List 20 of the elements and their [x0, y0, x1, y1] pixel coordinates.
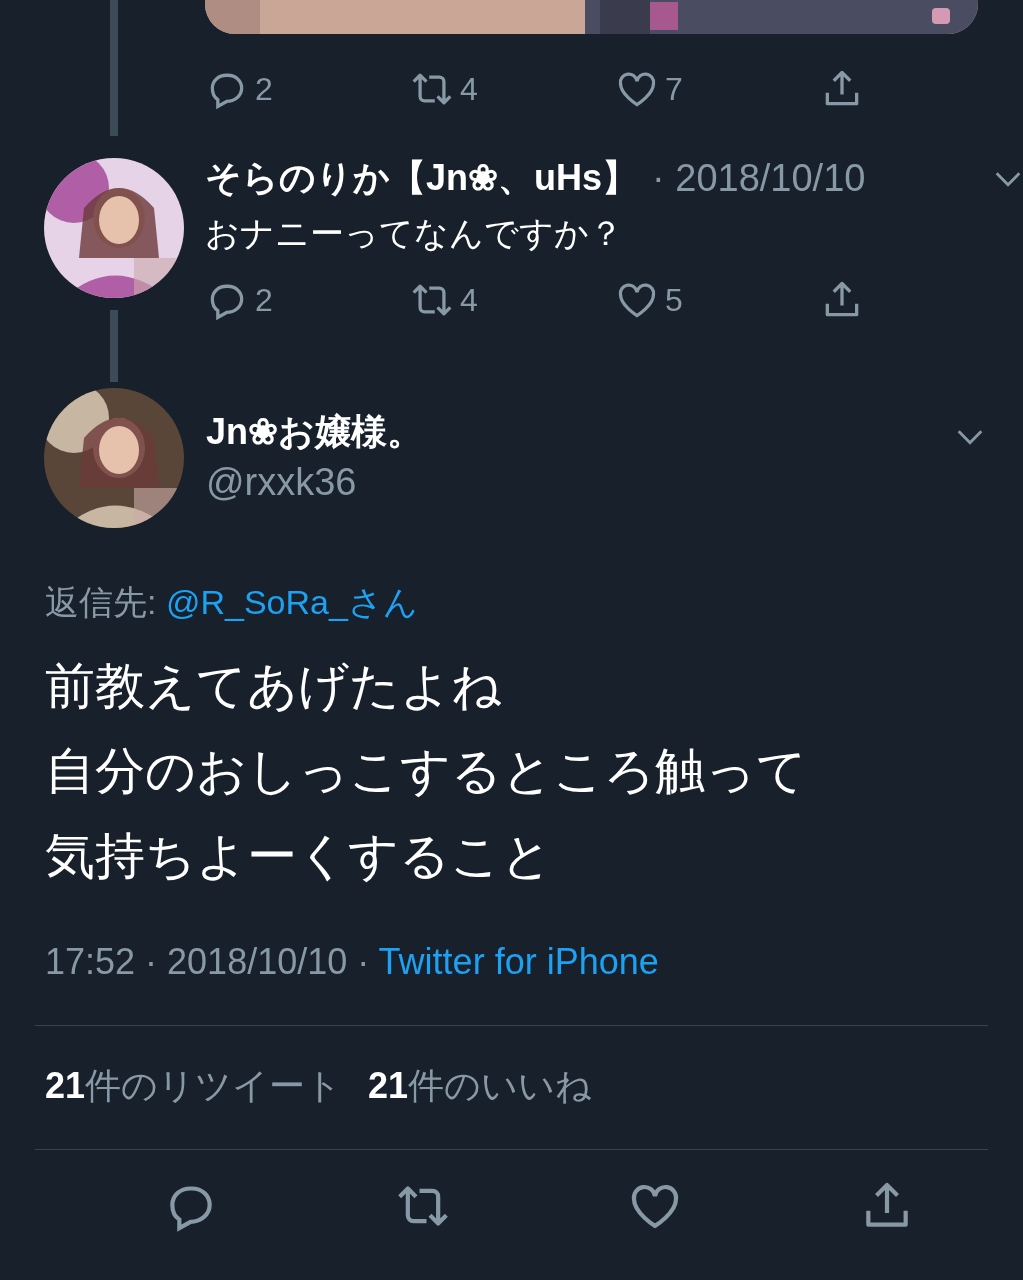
tweet-text: おナニーってなんですか？ — [205, 213, 624, 254]
display-name[interactable]: Jn❀お嬢様。 — [206, 408, 423, 457]
stat-count[interactable]: 21件のリツイート — [45, 1062, 343, 1111]
retweet-count: 4 — [460, 70, 478, 108]
stat-count[interactable]: 21件のいいね — [368, 1062, 593, 1111]
display-name[interactable]: そらのりか【Jn❀、uHs】 — [205, 154, 639, 203]
tweet-timestamp: 17:52 · 2018/10/10 · — [45, 941, 370, 982]
retweet-count: 4 — [460, 281, 478, 319]
source-link[interactable]: Twitter for iPhone — [378, 941, 659, 982]
user-handle[interactable]: @rxxk36 — [206, 461, 423, 504]
like-count: 5 — [665, 281, 683, 319]
like-count: 7 — [665, 70, 683, 108]
tweet-text-line: 気持ちよーくすること — [45, 827, 553, 886]
tweet-date: · 2018/10/10 — [652, 157, 866, 200]
reply-to-label: 返信先: — [45, 583, 157, 621]
tweet-text-line: 自分のおしっこするところ触って — [45, 742, 808, 801]
reply-count: 2 — [255, 281, 273, 319]
reply-count: 2 — [255, 70, 273, 108]
mention-link[interactable]: @R_SoRa_さん — [165, 583, 418, 621]
tweet-text-line: 前教えてあげたよね — [45, 657, 503, 716]
